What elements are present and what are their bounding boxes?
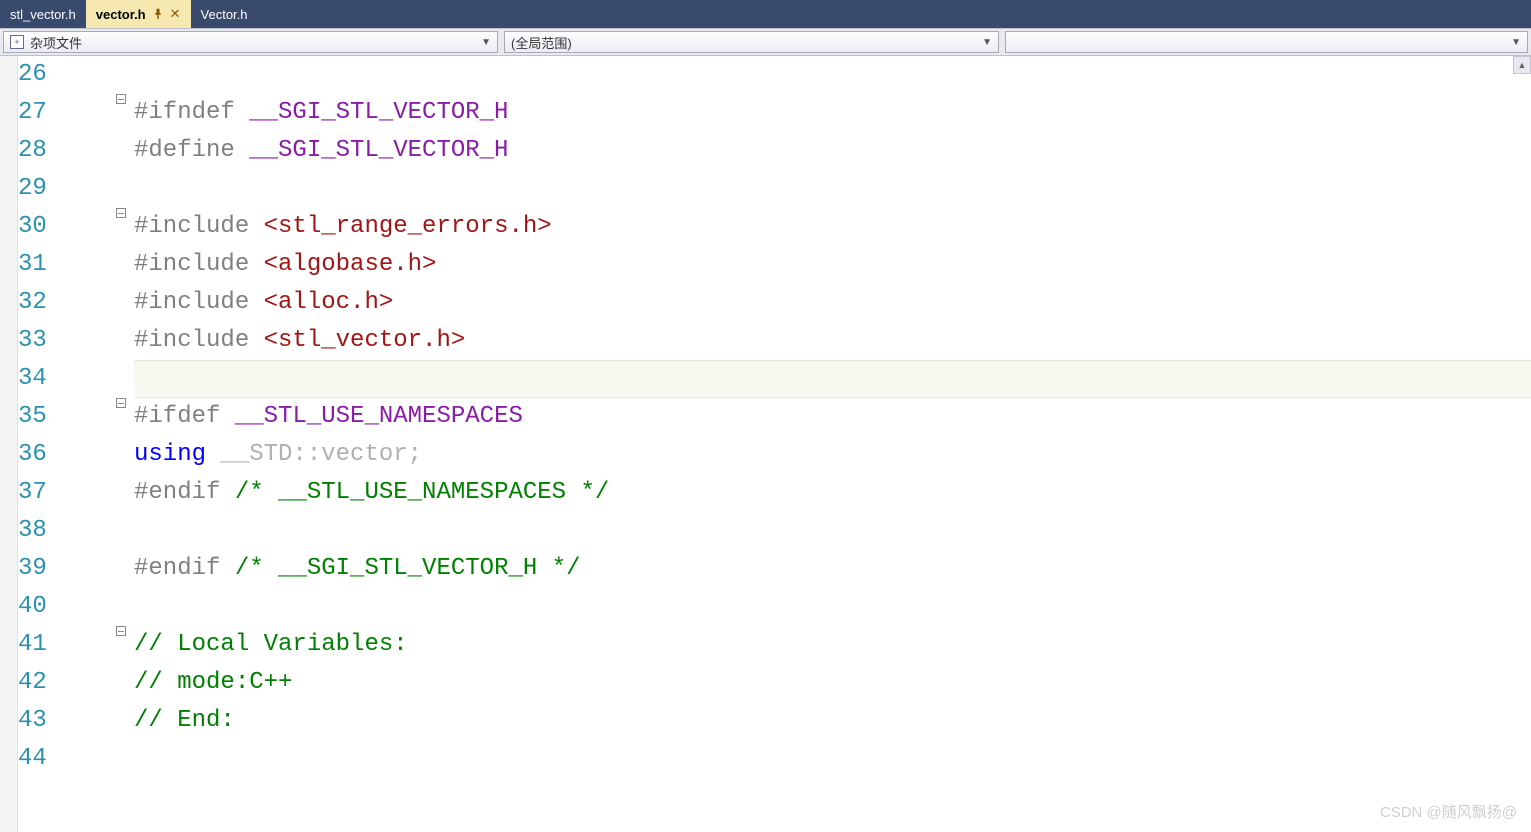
chevron-down-icon: ▼	[1511, 37, 1521, 48]
tab-label: vector.h	[96, 7, 146, 22]
outline-toggle-icon[interactable]	[116, 94, 126, 104]
project-dropdown[interactable]: + 杂项文件 ▼	[3, 31, 498, 53]
code-line[interactable]	[134, 512, 1531, 550]
code-line[interactable]: // Local Variables:	[134, 626, 1531, 664]
tab-label: Vector.h	[201, 7, 248, 22]
code-line[interactable]: #endif /* __SGI_STL_VECTOR_H */	[134, 550, 1531, 588]
outline-toggle-icon[interactable]	[116, 626, 126, 636]
outline-toggle-icon[interactable]	[116, 398, 126, 408]
code-line[interactable]	[134, 170, 1531, 208]
watermark-text: CSDN @随风飘扬@	[1380, 801, 1517, 822]
project-icon: +	[10, 35, 24, 49]
code-line[interactable]	[134, 588, 1531, 626]
code-line[interactable]	[134, 360, 1531, 398]
code-line[interactable]: #ifdef __STL_USE_NAMESPACES	[134, 398, 1531, 436]
indicator-margin	[0, 56, 18, 832]
scope-dropdown-label: (全局范围)	[511, 33, 572, 52]
tab-stl-vector-h[interactable]: stl_vector.h	[0, 0, 86, 28]
scroll-up-button[interactable]: ▲	[1513, 56, 1531, 74]
code-line[interactable]	[134, 740, 1531, 778]
chevron-down-icon: ▼	[481, 37, 491, 48]
code-area[interactable]: #ifndef __SGI_STL_VECTOR_H#define __SGI_…	[134, 56, 1531, 832]
code-line[interactable]: // End:	[134, 702, 1531, 740]
pin-icon[interactable]	[152, 8, 164, 20]
outline-toggle-icon[interactable]	[116, 208, 126, 218]
code-line[interactable]: #include <stl_vector.h>	[134, 322, 1531, 360]
tab-vector-h-2[interactable]: Vector.h	[191, 0, 258, 28]
code-editor[interactable]: 26272829303132333435363738394041424344 #…	[0, 56, 1531, 832]
tab-label: stl_vector.h	[10, 7, 76, 22]
code-line[interactable]: #define __SGI_STL_VECTOR_H	[134, 132, 1531, 170]
code-line[interactable]: using __STD::vector;	[134, 436, 1531, 474]
tab-strip: stl_vector.h vector.h ✕ Vector.h	[0, 0, 1531, 28]
scope-dropdown[interactable]: (全局范围) ▼	[504, 31, 999, 53]
code-line[interactable]: #include <stl_range_errors.h>	[134, 208, 1531, 246]
line-number-gutter: 26272829303132333435363738394041424344	[18, 56, 110, 832]
code-line[interactable]: #include <alloc.h>	[134, 284, 1531, 322]
outlining-margin	[110, 56, 134, 832]
tab-vector-h[interactable]: vector.h ✕	[86, 0, 191, 28]
nav-dropdown-bar: + 杂项文件 ▼ (全局范围) ▼ ▼	[0, 28, 1531, 56]
code-line[interactable]: #ifndef __SGI_STL_VECTOR_H	[134, 94, 1531, 132]
code-line[interactable]: #endif /* __STL_USE_NAMESPACES */	[134, 474, 1531, 512]
chevron-down-icon: ▼	[982, 37, 992, 48]
member-dropdown[interactable]: ▼	[1005, 31, 1528, 53]
code-line[interactable]: // mode:C++	[134, 664, 1531, 702]
project-dropdown-label: 杂项文件	[30, 33, 82, 52]
code-line[interactable]: #include <algobase.h>	[134, 246, 1531, 284]
code-line[interactable]	[134, 56, 1531, 94]
close-icon[interactable]: ✕	[170, 6, 181, 22]
